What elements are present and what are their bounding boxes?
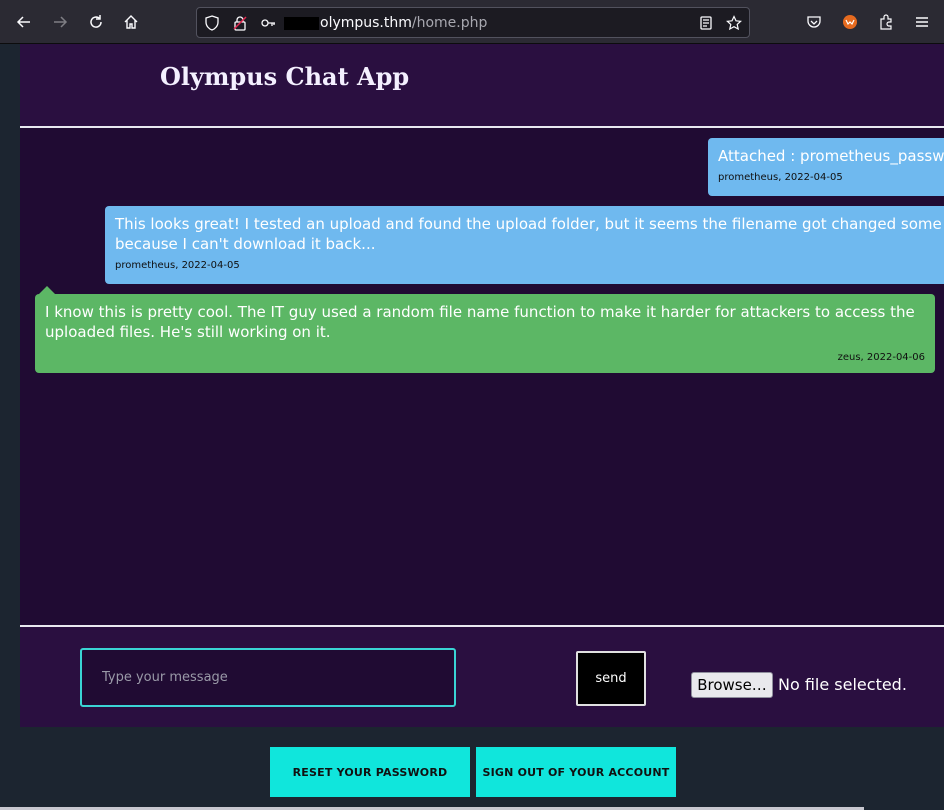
message-bubble-sent: Attached : prometheus_passw prometheus, … xyxy=(708,138,944,196)
message-text: I know this is pretty cool. The IT guy u… xyxy=(45,303,915,341)
insecure-lock-icon[interactable] xyxy=(232,15,248,31)
app-header: Olympus Chat App xyxy=(20,44,944,128)
message-meta: prometheus, 2022-04-05 xyxy=(115,260,240,271)
shield-icon[interactable] xyxy=(204,15,220,31)
message-input[interactable] xyxy=(80,648,456,707)
browse-button[interactable]: Browse… xyxy=(691,672,773,698)
redacted-subdomain xyxy=(284,17,319,30)
forward-icon[interactable] xyxy=(48,10,72,34)
key-icon[interactable] xyxy=(260,15,276,31)
url-domain: olympus.thm xyxy=(320,15,412,31)
reader-view-icon[interactable] xyxy=(698,15,714,31)
foxyproxy-icon[interactable] xyxy=(838,10,862,34)
browser-toolbar: olympus.thm/home.php xyxy=(0,0,944,44)
chat-messages[interactable]: Attached : prometheus_passw prometheus, … xyxy=(20,130,944,625)
reload-icon[interactable] xyxy=(84,10,108,34)
sign-out-button[interactable]: SIGN OUT OF YOUR ACCOUNT xyxy=(476,747,676,797)
message-bubble-sent: This looks great! I tested an upload and… xyxy=(105,206,944,284)
send-button[interactable]: send xyxy=(576,651,646,706)
reset-password-button[interactable]: RESET YOUR PASSWORD xyxy=(270,747,470,797)
extensions-icon[interactable] xyxy=(874,10,898,34)
message-meta: prometheus, 2022-04-05 xyxy=(718,172,843,183)
url-bar[interactable]: olympus.thm/home.php xyxy=(196,7,750,38)
message-composer: send Browse… No file selected. xyxy=(20,625,944,727)
file-status-text: No file selected. xyxy=(778,675,907,694)
message-meta: zeus, 2022-04-06 xyxy=(837,352,925,363)
url-text[interactable]: olympus.thm/home.php xyxy=(320,15,487,31)
menu-icon[interactable] xyxy=(910,10,934,34)
message-bubble-received: I know this is pretty cool. The IT guy u… xyxy=(35,286,935,373)
pocket-icon[interactable] xyxy=(802,10,826,34)
url-path: /home.php xyxy=(411,15,488,31)
chat-app: Olympus Chat App Attached : prometheus_p… xyxy=(20,44,944,727)
message-text: This looks great! I tested an upload and… xyxy=(115,215,942,253)
back-icon[interactable] xyxy=(12,10,36,34)
page-viewport: Olympus Chat App Attached : prometheus_p… xyxy=(0,44,944,810)
home-icon[interactable] xyxy=(119,10,143,34)
message-text: Attached : prometheus_passw xyxy=(718,147,944,165)
app-title: Olympus Chat App xyxy=(160,62,410,91)
bookmark-star-icon[interactable] xyxy=(726,15,742,31)
